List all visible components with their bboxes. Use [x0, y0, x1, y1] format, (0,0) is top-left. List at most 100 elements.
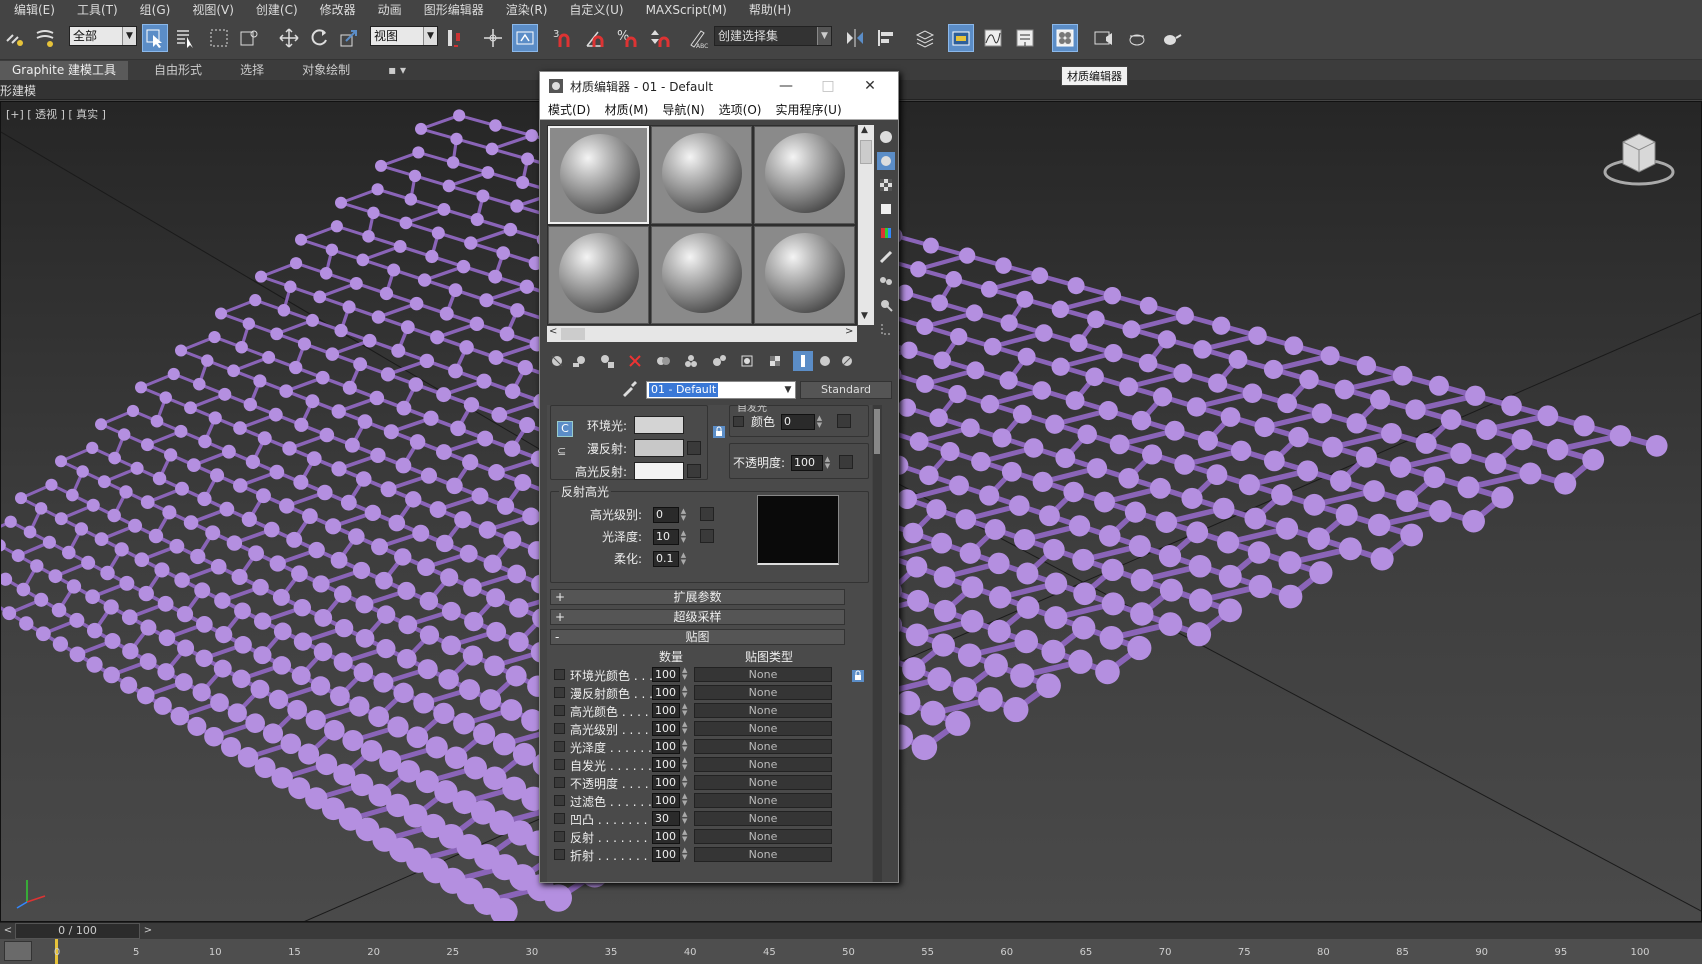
map-amount-spinner[interactable]: 100 — [652, 721, 680, 736]
spinner-arrows-icon[interactable]: ▲ ▼ — [682, 667, 687, 681]
specular-map-button[interactable] — [687, 464, 701, 478]
move-button[interactable] — [276, 24, 302, 52]
background-checker-icon[interactable] — [877, 176, 895, 194]
maximize-button[interactable]: □ — [808, 74, 848, 98]
render-setup-button[interactable] — [1090, 24, 1116, 52]
sample-slot-6[interactable] — [754, 226, 855, 324]
material-type-button[interactable]: Standard — [800, 381, 892, 399]
map-type-button[interactable]: None — [694, 793, 832, 808]
chevron-down-icon[interactable]: ▼ — [781, 382, 795, 398]
map-enable-checkbox[interactable] — [554, 705, 565, 716]
map-type-button[interactable]: None — [694, 811, 832, 826]
prev-frame-arrow-icon[interactable]: < — [2, 924, 14, 938]
select-by-name-button[interactable] — [172, 24, 198, 52]
diffuse-color-swatch[interactable] — [634, 439, 684, 457]
go-to-parent-button[interactable] — [793, 351, 813, 371]
options-icon[interactable] — [877, 272, 895, 290]
ambient-lock-icon[interactable] — [712, 425, 726, 439]
align-button[interactable] — [874, 24, 900, 52]
map-type-button[interactable]: None — [694, 703, 832, 718]
curve-editor-button[interactable] — [980, 24, 1006, 52]
map-enable-checkbox[interactable] — [554, 669, 565, 680]
map-type-button[interactable]: None — [694, 685, 832, 700]
menu-options[interactable]: 选项(O) — [719, 101, 762, 118]
show-map-in-viewport-button[interactable] — [737, 351, 757, 371]
rotate-button[interactable] — [306, 24, 332, 52]
scene-explorer-button[interactable] — [948, 24, 974, 52]
mirror-button[interactable] — [842, 24, 868, 52]
spinner-arrows-icon[interactable]: ▲ ▼ — [682, 775, 687, 789]
viewcube[interactable] — [1601, 128, 1677, 188]
parameters-scrollbar[interactable] — [873, 405, 882, 882]
select-manipulate-button[interactable] — [480, 24, 506, 52]
map-amount-spinner[interactable]: 30 — [652, 811, 680, 826]
pivot-center-button[interactable] — [442, 24, 468, 52]
self-illum-map-button[interactable] — [837, 414, 851, 428]
menu-animation[interactable]: 动画 — [378, 1, 402, 18]
spinner-arrows-icon[interactable]: ▲ ▼ — [679, 508, 688, 522]
slots-vertical-scrollbar[interactable]: ▲ ▼ — [858, 125, 874, 325]
specular-color-swatch[interactable] — [634, 462, 684, 480]
scroll-thumb[interactable] — [874, 409, 880, 454]
map-type-button[interactable]: None — [694, 757, 832, 772]
tab-graphite-modeling[interactable]: Graphite 建模工具 — [0, 61, 129, 80]
map-enable-checkbox[interactable] — [554, 759, 565, 770]
spinner-arrows-icon[interactable]: ▲ ▼ — [679, 552, 688, 566]
sample-slot-3[interactable] — [754, 126, 855, 224]
tab-object-paint[interactable]: 对象绘制 — [290, 61, 362, 80]
material-id-channel-button[interactable] — [709, 351, 729, 371]
spinner-arrows-icon[interactable]: ▲ ▼ — [823, 456, 832, 470]
rollout-maps[interactable]: - 贴图 — [550, 629, 845, 645]
map-type-button[interactable]: None — [694, 721, 832, 736]
viewport-label[interactable]: [+] [ 透视 ] [ 真实 ] — [6, 106, 106, 122]
map-amount-spinner[interactable]: 100 — [652, 793, 680, 808]
scroll-thumb[interactable] — [561, 328, 585, 340]
map-type-button[interactable]: None — [694, 775, 832, 790]
percent-snap-button[interactable]: % — [614, 24, 640, 52]
close-button[interactable]: ✕ — [850, 74, 890, 98]
snap-toggle-button[interactable]: 3 — [550, 24, 576, 52]
unlink-button[interactable] — [32, 24, 58, 52]
spinner-arrows-icon[interactable]: ▲ ▼ — [682, 829, 687, 843]
map-amount-spinner[interactable]: 100 — [652, 739, 680, 754]
time-slider[interactable]: 0 / 100 — [15, 923, 140, 939]
rollout-extended-parameters[interactable]: + 扩展参数 — [550, 589, 845, 605]
sample-slot-1[interactable] — [548, 126, 649, 224]
menu-graph-editors[interactable]: 图形编辑器 — [424, 1, 484, 18]
spinner-arrows-icon[interactable]: ▲ ▼ — [679, 530, 688, 544]
spinner-arrows-icon[interactable]: ▲ ▼ — [682, 721, 687, 735]
put-to-library-button[interactable] — [681, 351, 701, 371]
menu-material[interactable]: 材质(M) — [605, 101, 649, 118]
show-end-result-button[interactable] — [765, 351, 785, 371]
ribbon-options-dropdown[interactable]: ▪ ▾ — [376, 61, 418, 80]
material-name-field[interactable]: 01 - Default ▼ — [646, 381, 796, 399]
menu-create[interactable]: 创建(C) — [256, 1, 298, 18]
put-material-button[interactable] — [569, 351, 589, 371]
spinner-arrows-icon[interactable]: ▲ ▼ — [682, 793, 687, 807]
map-amount-spinner[interactable]: 100 — [652, 775, 680, 790]
get-material-button[interactable] — [547, 351, 567, 371]
pick-material-button[interactable] — [837, 351, 857, 371]
spinner-arrows-icon[interactable]: ▲ ▼ — [682, 757, 687, 771]
map-enable-checkbox[interactable] — [554, 777, 565, 788]
assign-material-button[interactable] — [597, 351, 617, 371]
scroll-left-icon[interactable]: < — [549, 326, 557, 337]
schematic-view-button[interactable] — [1012, 24, 1038, 52]
map-enable-checkbox[interactable] — [554, 723, 565, 734]
menu-navigation[interactable]: 导航(N) — [662, 101, 704, 118]
map-type-button[interactable]: None — [694, 847, 832, 862]
spinner-arrows-icon[interactable]: ▲ ▼ — [682, 811, 687, 825]
layer-manager-button[interactable] — [912, 24, 938, 52]
opacity-map-button[interactable] — [839, 455, 853, 469]
menu-modifiers[interactable]: 修改器 — [320, 1, 356, 18]
rendered-frame-window-button[interactable] — [1124, 24, 1150, 52]
track-bar[interactable]: 0 5 10 15 20 25 30 35 40 45 50 55 60 65 70 75 80 85 90 95 10… — [0, 939, 1702, 964]
menu-rendering[interactable]: 渲染(R) — [506, 1, 548, 18]
diffuse-map-button[interactable] — [687, 441, 701, 455]
track-bar-toggle-icon[interactable] — [4, 941, 32, 961]
scroll-thumb[interactable] — [860, 140, 872, 164]
select-link-button[interactable] — [2, 24, 28, 52]
ambient-color-swatch[interactable] — [634, 416, 684, 434]
sample-slot-4[interactable] — [548, 226, 649, 324]
menu-utilities[interactable]: 实用程序(U) — [775, 101, 841, 118]
